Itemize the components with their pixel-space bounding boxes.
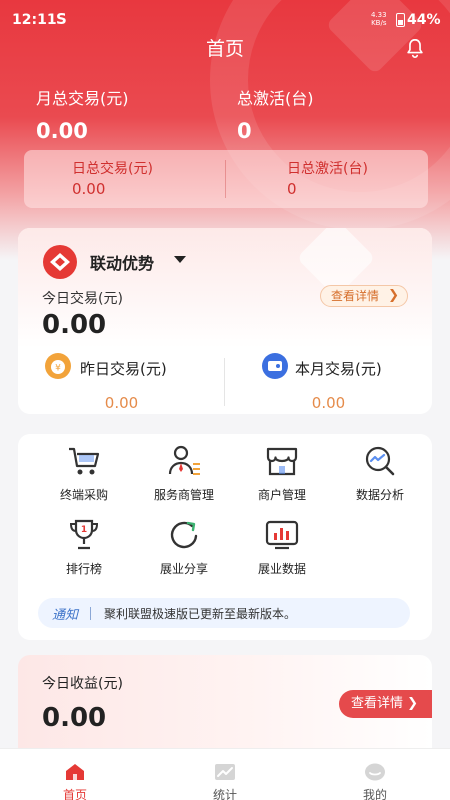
grid-label: 展业分享 <box>159 562 208 576</box>
grid-label: 服务商管理 <box>153 488 214 502</box>
total-activation-value: 0 <box>237 119 252 143</box>
grid-label: 展业数据 <box>257 562 306 576</box>
daily-trade: 日总交易(元) 0.00 <box>24 158 226 198</box>
notice-tag: 通知 <box>52 608 79 623</box>
today-trade-label: 今日交易(元) <box>42 291 123 307</box>
chevron-right-icon: ❯ <box>388 288 399 303</box>
function-menu-card: 终端采购 服务商管理 商户管理 数据分析 1 排行榜 展业分享 展业数据 通知 … <box>18 434 432 640</box>
grid-item-leaderboard[interactable]: 1 排行榜 <box>34 518 134 577</box>
svg-text:1: 1 <box>81 525 87 535</box>
tab-label: 首页 <box>62 788 87 800</box>
daily-activation-value: 0 <box>287 180 297 198</box>
yesterday-trade-label: 昨日交易(元) <box>80 360 167 378</box>
grid-label: 数据分析 <box>355 488 404 502</box>
trophy-icon: 1 <box>69 519 99 550</box>
today-earnings-label: 今日收益(元) <box>42 676 123 692</box>
wallet-icon <box>262 353 288 379</box>
earnings-details-button[interactable]: 查看详情 ❯ <box>339 690 432 718</box>
share-icon <box>170 521 198 549</box>
grid-item-business-data[interactable]: 展业数据 <box>232 518 332 577</box>
view-details-button[interactable]: 查看详情 ❯ <box>320 285 408 307</box>
caret-down-icon[interactable] <box>174 256 186 263</box>
brand-trade-card: 联动优势 今日交易(元) 0.00 查看详情 ❯ ¥ 昨日交易(元) 0.00 … <box>18 228 432 414</box>
tab-label: 统计 <box>212 788 237 800</box>
stats-icon <box>215 764 235 780</box>
tab-label: 我的 <box>362 788 387 800</box>
today-earnings-value: 0.00 <box>42 703 107 733</box>
grid-label: 终端采购 <box>59 488 108 502</box>
month-trade-value: 0.00 <box>311 394 346 412</box>
daily-activation: 日总激活(台) 0 <box>239 158 441 198</box>
bottom-tab-bar: 首页 统计 我的 <box>0 748 450 800</box>
grid-item-data-analysis[interactable]: 数据分析 <box>330 444 430 503</box>
divider <box>225 160 226 198</box>
monthly-trade-summary: 月总交易(元) 0.00 <box>36 85 129 143</box>
home-icon <box>66 764 84 780</box>
today-trade-value: 0.00 <box>42 310 107 340</box>
daily-trade-label: 日总交易(元) <box>72 161 153 177</box>
grid-item-provider-management[interactable]: 服务商管理 <box>134 444 234 503</box>
brand-logo-icon <box>43 245 77 279</box>
profile-icon <box>365 763 385 781</box>
divider <box>90 607 91 620</box>
chart-icon <box>265 520 299 550</box>
app-notification-icon: S <box>56 10 67 28</box>
view-details-label: 查看详情 <box>331 289 380 303</box>
brand-selector[interactable]: 联动优势 <box>90 250 154 274</box>
analytics-icon <box>365 446 395 476</box>
yesterday-trade-value: 0.00 <box>104 394 139 412</box>
bell-icon[interactable] <box>404 36 426 60</box>
month-trade-label: 本月交易(元) <box>295 360 382 378</box>
cart-icon <box>69 447 100 475</box>
grid-item-business-share[interactable]: 展业分享 <box>134 518 234 577</box>
notice-message: 聚利联盟极速版已更新至最新版本。 <box>104 607 297 621</box>
tab-home[interactable]: 首页 <box>0 749 150 800</box>
status-time: 12:11 <box>12 12 57 28</box>
svg-text:¥: ¥ <box>55 364 61 374</box>
daily-summary-panel: 日总交易(元) 0.00 日总激活(台) 0 <box>24 150 428 208</box>
notice-bar[interactable]: 通知 聚利联盟极速版已更新至最新版本。 <box>38 598 410 628</box>
battery-level: 44% <box>407 12 441 28</box>
coin-bag-icon: ¥ <box>45 353 71 379</box>
chevron-right-icon: ❯ <box>407 696 419 711</box>
monthly-trade-value: 0.00 <box>36 119 88 143</box>
network-speed: 4.33 KB/s <box>371 11 387 27</box>
grid-item-merchant-management[interactable]: 商户管理 <box>232 444 332 503</box>
monthly-trade-label: 月总交易(元) <box>36 89 129 108</box>
battery-icon <box>396 13 405 27</box>
total-activation-label: 总激活(台) <box>237 89 314 108</box>
grid-label: 排行榜 <box>65 562 102 576</box>
daily-activation-label: 日总激活(台) <box>287 161 368 177</box>
person-icon <box>168 445 200 475</box>
network-speed-unit: KB/s <box>371 19 387 27</box>
earnings-details-label: 查看详情 <box>351 696 404 711</box>
grid-label: 商户管理 <box>257 488 306 502</box>
total-activation-summary: 总激活(台) 0 <box>237 85 314 143</box>
daily-trade-value: 0.00 <box>72 180 106 198</box>
store-icon <box>266 447 298 476</box>
tab-profile[interactable]: 我的 <box>300 749 450 800</box>
network-speed-value: 4.33 <box>371 11 387 19</box>
tab-statistics[interactable]: 统计 <box>150 749 300 800</box>
grid-item-terminal-purchase[interactable]: 终端采购 <box>34 444 134 503</box>
page-title: 首页 <box>205 38 244 60</box>
